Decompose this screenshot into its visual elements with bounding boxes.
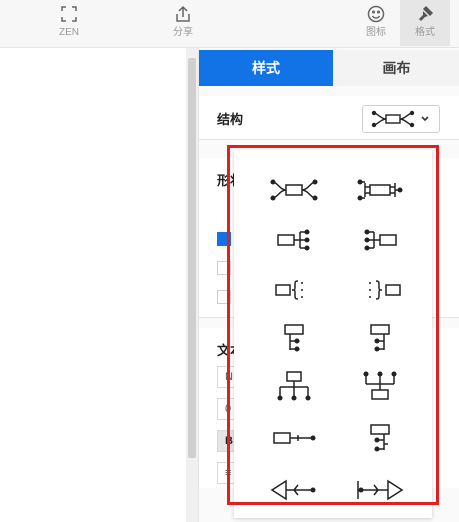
fishbone-both-icon	[270, 179, 318, 201]
org-chart-down-icon	[277, 371, 311, 401]
right-brace-icon	[275, 280, 305, 300]
timeline-right-icon	[273, 432, 316, 444]
fishbone-right-icon	[357, 479, 404, 501]
share-button[interactable]: 分享	[166, 0, 200, 46]
structure-option-right-branch[interactable]	[266, 222, 322, 258]
left-brace-icon	[369, 280, 401, 300]
structure-dropdown	[234, 150, 432, 518]
structure-option-org-chart-up[interactable]	[352, 368, 408, 404]
structure-option-down-tree-right[interactable]	[266, 320, 322, 356]
shape-checkbox-2[interactable]	[217, 261, 231, 275]
structure-option-down-tree-left[interactable]	[352, 320, 408, 356]
structure-option-left-brace[interactable]	[352, 272, 408, 308]
top-toolbar: ZEN 分享 图标 格式	[0, 0, 459, 48]
structure-select[interactable]	[362, 105, 440, 133]
structure-option-fishbone-both[interactable]	[266, 172, 322, 208]
paint-brush-icon	[414, 3, 436, 25]
structure-option-fishbone-left[interactable]	[266, 472, 322, 508]
structure-option-timeline-right[interactable]	[266, 420, 322, 456]
structure-option-org-chart-down[interactable]	[266, 368, 322, 404]
org-chart-up-icon	[363, 371, 397, 400]
icon-label: 图标	[366, 27, 386, 38]
share-label: 分享	[173, 27, 193, 38]
mindmap-canvas[interactable]	[0, 48, 186, 522]
fullscreen-icon	[58, 3, 80, 25]
structure-label: 结构	[217, 112, 244, 127]
left-branch-icon	[364, 229, 397, 251]
down-tree-both-icon	[370, 424, 390, 452]
down-tree-left-icon	[370, 324, 390, 352]
fishbone-left-icon	[270, 479, 316, 501]
tab-canvas[interactable]: 画布	[333, 50, 459, 86]
zen-button[interactable]: ZEN	[54, 0, 84, 46]
tab-style[interactable]: 样式	[199, 50, 333, 86]
smiley-icon	[365, 3, 387, 25]
format-label: 格式	[415, 27, 435, 38]
format-button[interactable]: 格式	[400, 0, 450, 46]
structure-option-left-branch[interactable]	[352, 222, 408, 258]
shape-checkbox-3[interactable]	[217, 290, 231, 304]
shape-checkbox-1[interactable]	[217, 232, 231, 246]
structure-option-down-tree-both[interactable]	[352, 420, 408, 456]
panel-tabs: 样式 画布	[199, 50, 459, 86]
structure-row: 结构	[199, 96, 459, 140]
fishbone-both-icon	[371, 110, 415, 128]
right-branch-icon	[277, 229, 310, 251]
zen-label: ZEN	[59, 27, 79, 38]
icon-button[interactable]: 图标	[353, 0, 399, 46]
scrollbar-thumb[interactable]	[188, 58, 196, 458]
chevron-down-icon	[421, 116, 429, 122]
fishbone-both-alt-icon	[357, 179, 403, 201]
structure-option-fishbone-right[interactable]	[352, 472, 408, 508]
down-tree-right-icon	[284, 324, 304, 352]
structure-option-right-brace[interactable]	[266, 272, 322, 308]
structure-option-fishbone-both-alt[interactable]	[352, 172, 408, 208]
share-icon	[172, 3, 194, 25]
